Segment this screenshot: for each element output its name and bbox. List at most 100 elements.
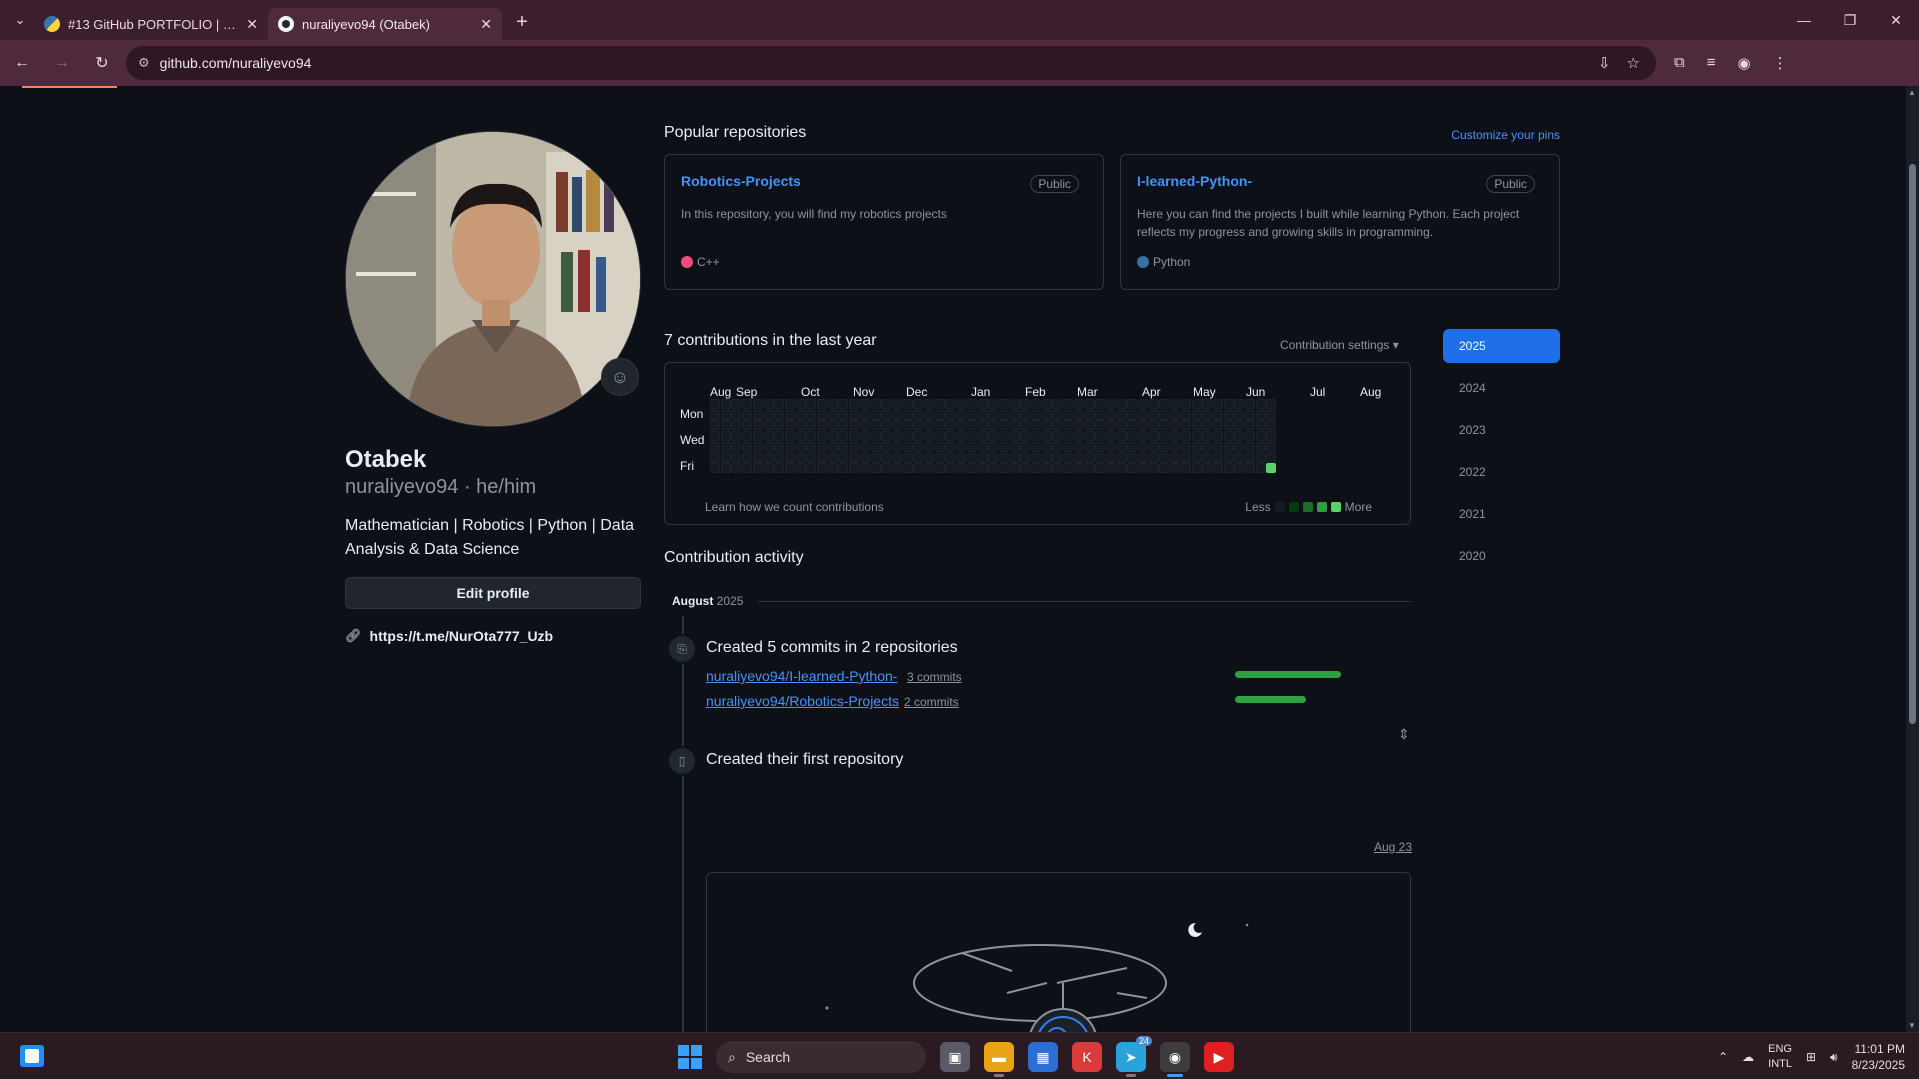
activity-repo-link[interactable]: nuraliyevo94/Robotics-Projects: [706, 693, 899, 709]
scroll-up-icon[interactable]: ▲: [1908, 88, 1916, 97]
edit-profile-button[interactable]: Edit profile: [345, 577, 641, 609]
contribution-day-cell[interactable]: [838, 463, 849, 474]
contribution-day-cell[interactable]: [1212, 452, 1223, 463]
contribution-day-cell[interactable]: [924, 420, 934, 431]
contribution-day-cell[interactable]: [1009, 463, 1020, 474]
contribution-day-cell[interactable]: [795, 420, 806, 431]
contribution-day-cell[interactable]: [1073, 431, 1084, 442]
contribution-day-cell[interactable]: [859, 431, 870, 442]
contribution-day-cell[interactable]: [1180, 463, 1191, 474]
contribution-day-cell[interactable]: [763, 441, 774, 452]
restore-icon[interactable]: ❐: [1827, 0, 1873, 40]
contribution-day-cell[interactable]: [1180, 431, 1191, 442]
contribution-day-cell[interactable]: [881, 452, 892, 463]
contribution-day-cell[interactable]: [956, 431, 967, 442]
contribution-day-cell[interactable]: [710, 399, 720, 409]
contribution-day-cell[interactable]: [710, 441, 720, 452]
contribution-day-cell[interactable]: [945, 431, 956, 442]
contribution-day-cell[interactable]: [934, 409, 945, 420]
contribution-day-cell[interactable]: [1084, 399, 1095, 409]
contribution-day-cell[interactable]: [1063, 452, 1074, 463]
contribution-day-cell[interactable]: [1266, 420, 1277, 431]
contribution-day-cell[interactable]: [1095, 452, 1106, 463]
contribution-day-cell[interactable]: [859, 409, 870, 420]
contribution-day-cell[interactable]: [763, 463, 774, 474]
contribution-day-cell[interactable]: [742, 431, 753, 442]
contribution-day-cell[interactable]: [806, 463, 817, 474]
contribution-day-cell[interactable]: [1170, 463, 1181, 474]
contribution-day-cell[interactable]: [1202, 441, 1213, 452]
contribution-day-cell[interactable]: [977, 399, 988, 409]
contribution-day-cell[interactable]: [731, 409, 742, 420]
contribution-day-cell[interactable]: [924, 463, 934, 474]
contribution-day-cell[interactable]: [1223, 452, 1234, 463]
contribution-day-cell[interactable]: [1148, 409, 1159, 420]
contribution-day-cell[interactable]: [1127, 452, 1138, 463]
contribution-day-cell[interactable]: [1020, 399, 1031, 409]
contribution-day-cell[interactable]: [988, 431, 999, 442]
contribution-day-cell[interactable]: [1127, 399, 1138, 409]
contribution-day-cell[interactable]: [1073, 420, 1084, 431]
contribution-day-cell[interactable]: [1041, 420, 1052, 431]
contribution-day-cell[interactable]: [1116, 441, 1127, 452]
contribution-day-cell[interactable]: [1255, 409, 1266, 420]
contribution-day-cell[interactable]: [849, 441, 860, 452]
contribution-day-cell[interactable]: [881, 399, 892, 409]
contribution-day-cell[interactable]: [795, 452, 806, 463]
contribution-day-cell[interactable]: [1084, 441, 1095, 452]
contribution-day-cell[interactable]: [870, 441, 881, 452]
contribution-day-cell[interactable]: [977, 409, 988, 420]
contribution-day-cell[interactable]: [720, 420, 731, 431]
contribution-day-cell[interactable]: [998, 431, 1009, 442]
contribution-day-cell[interactable]: [1105, 399, 1116, 409]
scroll-down-icon[interactable]: ▼: [1908, 1021, 1916, 1030]
contribution-day-cell[interactable]: [720, 452, 731, 463]
contribution-day-cell[interactable]: [1095, 399, 1106, 409]
file-explorer-icon[interactable]: ▬: [984, 1042, 1014, 1077]
contribution-day-cell[interactable]: [1148, 452, 1159, 463]
contribution-day-cell[interactable]: [870, 463, 881, 474]
contribution-day-cell[interactable]: [849, 463, 860, 474]
contribution-day-cell[interactable]: [913, 399, 924, 409]
contribution-day-cell[interactable]: [1245, 399, 1255, 409]
contribution-day-cell[interactable]: [934, 441, 945, 452]
bookmark-star-icon[interactable]: ☆: [1627, 54, 1640, 72]
contribution-day-cell[interactable]: [998, 441, 1009, 452]
avatar[interactable]: [345, 131, 641, 427]
contribution-day-cell[interactable]: [1105, 441, 1116, 452]
contribution-day-cell[interactable]: [763, 452, 774, 463]
contribution-day-cell[interactable]: [1170, 452, 1181, 463]
contribution-day-cell[interactable]: [998, 420, 1009, 431]
contribution-day-cell[interactable]: [1138, 409, 1148, 420]
contribution-day-cell[interactable]: [1212, 409, 1223, 420]
contribution-day-cell[interactable]: [1095, 409, 1106, 420]
contribution-day-cell[interactable]: [774, 452, 785, 463]
contribution-day-cell[interactable]: [977, 463, 988, 474]
contribution-day-cell[interactable]: [752, 420, 763, 431]
contribution-day-cell[interactable]: [1127, 441, 1138, 452]
contribution-day-cell[interactable]: [752, 463, 763, 474]
contribution-day-cell[interactable]: [763, 431, 774, 442]
contribution-day-cell[interactable]: [752, 441, 763, 452]
contribution-day-cell[interactable]: [720, 431, 731, 442]
year-link-2024[interactable]: 2024: [1443, 371, 1560, 405]
microsoft-store-icon[interactable]: ▦: [1028, 1042, 1058, 1072]
contribution-day-cell[interactable]: [934, 420, 945, 431]
contribution-day-cell[interactable]: [1127, 420, 1138, 431]
contribution-day-cell[interactable]: [1266, 452, 1277, 463]
contribution-day-cell[interactable]: [1245, 441, 1255, 452]
contribution-day-cell[interactable]: [1245, 452, 1255, 463]
contribution-day-cell[interactable]: [891, 463, 902, 474]
contribution-day-cell[interactable]: [966, 409, 977, 420]
contribution-day-cell[interactable]: [934, 431, 945, 442]
close-icon[interactable]: ✕: [480, 16, 492, 33]
contribution-day-cell[interactable]: [1138, 452, 1148, 463]
contribution-day-cell[interactable]: [902, 441, 913, 452]
contribution-day-cell[interactable]: [1223, 420, 1234, 431]
contribution-day-cell[interactable]: [859, 441, 870, 452]
contribution-day-cell[interactable]: [1063, 463, 1074, 474]
contribution-day-cell[interactable]: [1159, 399, 1170, 409]
contribution-day-cell[interactable]: [934, 452, 945, 463]
contribution-day-cell[interactable]: [1170, 441, 1181, 452]
extensions-icon[interactable]: ⧉: [1674, 54, 1685, 72]
